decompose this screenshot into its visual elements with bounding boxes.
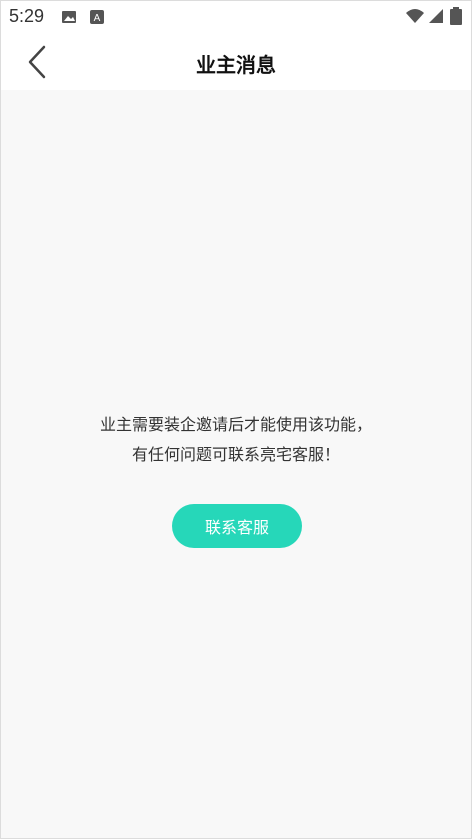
wifi-icon [405,8,425,28]
message-line-2: 有任何问题可联系亮宅客服！ [131,445,340,464]
app-frame: 5:29 A 业主消息 业主需要装企邀请后才能使用该功能， 有任何问题可联系亮宅… [0,0,472,839]
svg-text:A: A [94,13,101,24]
contact-support-button[interactable]: 联系客服 [172,504,302,548]
signal-icon [428,8,444,28]
main-content: 业主需要装企邀请后才能使用该功能， 有任何问题可联系亮宅客服！ 联系客服 [1,90,471,838]
permission-message: 业主需要装企邀请后才能使用该功能， 有任何问题可联系亮宅客服！ [1,410,471,470]
battery-icon [450,7,462,29]
message-line-1: 业主需要装企邀请后才能使用该功能， [99,415,372,434]
a-keyboard-icon: A [89,9,105,29]
status-time: 5:29 [9,6,45,26]
image-icon [61,9,77,29]
page-title: 业主消息 [196,53,276,77]
status-bar: 5:29 A [1,1,471,33]
nav-bar: 业主消息 [1,33,471,90]
